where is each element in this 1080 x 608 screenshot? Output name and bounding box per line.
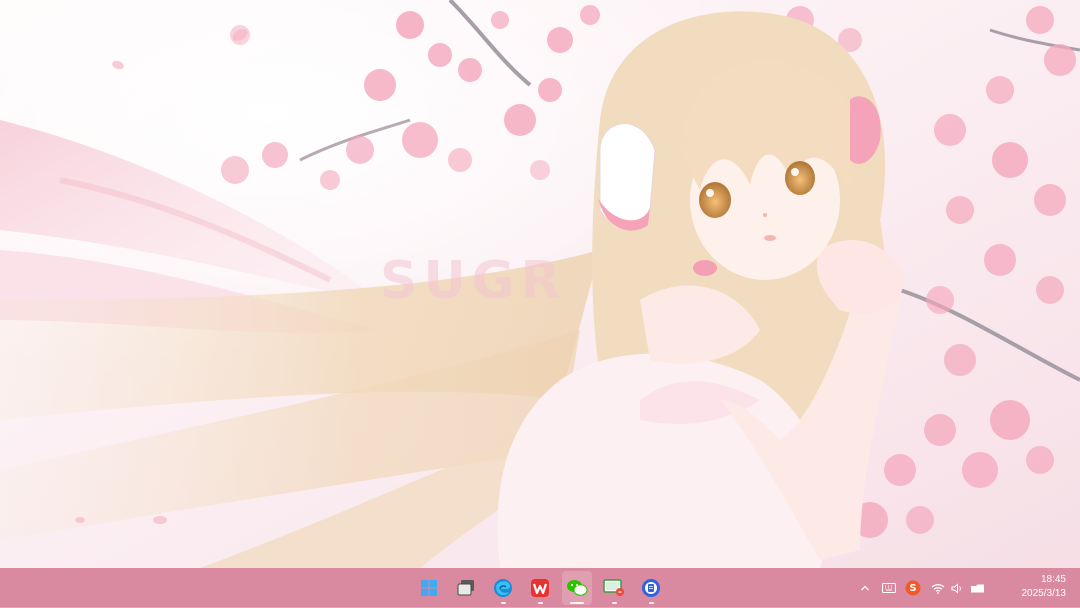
settings-app-icon	[642, 579, 660, 597]
running-indicator	[500, 602, 506, 604]
clock-time: 18:45	[1040, 574, 1066, 585]
system-tray: S	[856, 568, 989, 608]
clock-date: 2025/3/13	[1021, 588, 1067, 599]
task-view-button[interactable]	[451, 571, 481, 605]
volume-icon	[951, 582, 961, 594]
running-indicator	[611, 602, 617, 604]
show-hidden-icons-button[interactable]	[856, 579, 874, 597]
windows-start-icon	[421, 580, 437, 596]
wallpaper-ear-cover-left	[599, 123, 656, 226]
task-view-icon	[457, 580, 474, 596]
desktop[interactable]: SUGR S 18:45 2025/3/13	[0, 0, 1080, 608]
taskbar-clock[interactable]: 18:45 2025/3/13	[1022, 573, 1067, 601]
edge-app-button[interactable]	[488, 571, 518, 605]
taskbar: S 18:45 2025/3/13	[0, 568, 1080, 608]
wechat-app-button[interactable]	[562, 571, 592, 605]
running-indicator	[648, 602, 654, 604]
wps-office-app-button[interactable]	[525, 571, 555, 605]
ime-button[interactable]: S	[904, 579, 922, 597]
start-button[interactable]	[414, 571, 444, 605]
wechat-icon	[567, 580, 588, 596]
wifi-icon	[931, 583, 945, 594]
chevron-up-icon	[861, 585, 869, 591]
wps-office-icon	[531, 579, 549, 597]
remote-desktop-app-button[interactable]	[599, 571, 629, 605]
wallpaper: SUGR	[0, 0, 1080, 568]
keyboard-icon	[882, 583, 896, 593]
ime-label: S	[909, 582, 917, 594]
keyboard-button[interactable]	[880, 579, 898, 597]
remote-desktop-icon	[603, 579, 624, 596]
edge-icon	[494, 579, 512, 597]
running-indicator	[537, 602, 543, 604]
taskbar-pinned-apps	[414, 568, 666, 608]
battery-icon	[971, 584, 984, 592]
active-indicator	[570, 602, 584, 604]
wallpaper-watermark: SUGR	[380, 251, 566, 311]
wallpaper-eye-left	[699, 182, 731, 218]
quick-settings-button[interactable]	[928, 575, 989, 601]
wallpaper-hair-tie	[693, 260, 717, 276]
settings-app-button[interactable]	[636, 571, 666, 605]
wallpaper-eye-right	[785, 161, 815, 195]
